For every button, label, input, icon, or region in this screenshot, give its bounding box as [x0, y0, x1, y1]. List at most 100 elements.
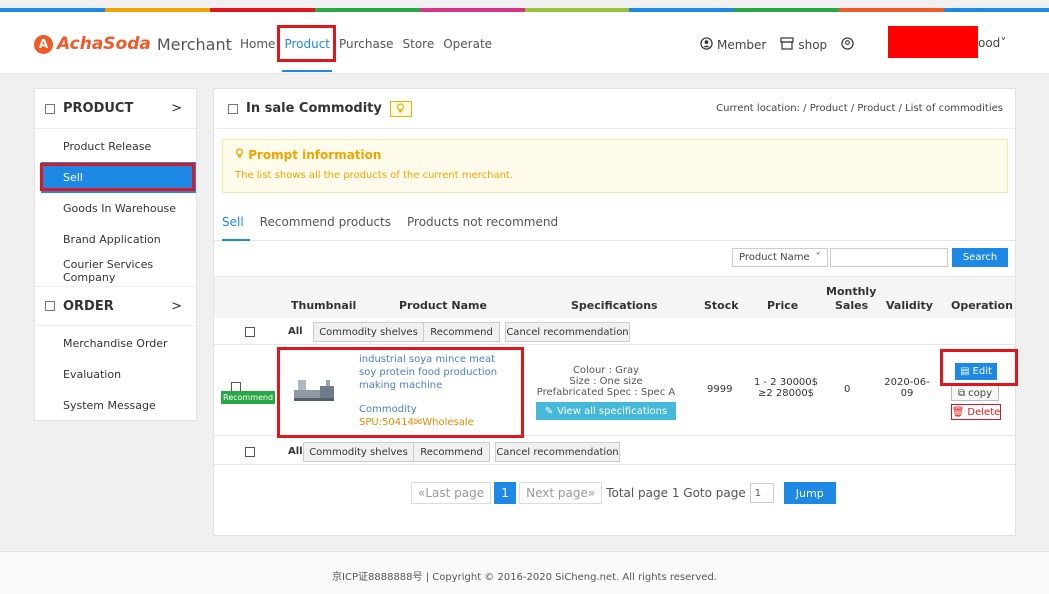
- sidebar-section-order[interactable]: ORDER >: [35, 286, 196, 326]
- breadcrumb: Current location: / Product / Product / …: [716, 103, 1003, 114]
- commodity-shelves-button[interactable]: Commodity shelves: [303, 442, 414, 462]
- price-tier-1: 1 - 2 30000$: [753, 377, 819, 388]
- commodity-shelves-button[interactable]: Commodity shelves: [313, 322, 424, 342]
- select-all-checkbox[interactable]: [245, 327, 255, 337]
- prompt-title-text: Prompt information: [248, 148, 382, 162]
- sidebar-item-product-release[interactable]: Product Release: [35, 131, 196, 162]
- col-product-name: Product Name: [399, 299, 487, 312]
- prompt-box: Prompt information The list shows all th…: [222, 139, 1008, 193]
- search-field-select-value: Product Name: [739, 252, 810, 263]
- breadcrumb-item[interactable]: Product: [857, 103, 895, 114]
- sidebar-item-evaluation[interactable]: Evaluation: [35, 359, 196, 390]
- chevron-down-icon: ˅: [815, 252, 821, 263]
- col-sales: Sales: [835, 299, 869, 312]
- prev-page-button[interactable]: «Last page: [411, 482, 492, 504]
- copy-button[interactable]: ⧉ copy: [951, 385, 999, 401]
- delete-button[interactable]: 🗑 Delete: [951, 404, 1001, 420]
- logo-merchant: Merchant: [156, 34, 232, 54]
- member-link[interactable]: Member: [717, 38, 766, 52]
- monthly-sales-value: 0: [844, 384, 851, 395]
- nav-store[interactable]: Store: [403, 37, 435, 51]
- member-icon: [700, 37, 713, 53]
- nav-purchase[interactable]: Purchase: [339, 37, 394, 51]
- cancel-recommendation-button[interactable]: Cancel recommendation: [495, 442, 620, 462]
- user-menu[interactable]: ood˅: [978, 36, 1006, 50]
- total-pages-text: Total page 1 Goto page: [606, 486, 746, 500]
- cancel-recommendation-button[interactable]: Cancel recommendation: [505, 322, 630, 342]
- breadcrumb-item[interactable]: Product: [810, 103, 848, 114]
- sidebar-item-courier-services[interactable]: Courier Services Company: [35, 255, 196, 286]
- tab-active-underline: [222, 239, 250, 241]
- tab-products-not-recommend[interactable]: Products not recommend: [407, 215, 558, 229]
- tab-recommend-products[interactable]: Recommend products: [260, 215, 391, 229]
- col-price: Price: [767, 299, 799, 312]
- search-input[interactable]: [830, 248, 948, 267]
- tab-sell[interactable]: Sell: [222, 215, 244, 229]
- sidebar-section-product[interactable]: PRODUCT >: [35, 89, 196, 129]
- logo-icon: A: [34, 34, 53, 54]
- search-button[interactable]: Search: [952, 248, 1008, 267]
- highlight-box-product: [277, 25, 336, 62]
- spec-size: Size : One size: [569, 376, 643, 387]
- nav-active-underline: [282, 70, 332, 72]
- prompt-text: The list shows all the products of the c…: [235, 170, 514, 181]
- select-all-checkbox[interactable]: [245, 447, 255, 457]
- view-all-specifications-button[interactable]: ✎ View all specifications: [536, 402, 676, 420]
- search-field-select[interactable]: Product Name ˅: [732, 248, 828, 267]
- select-all-label: All: [288, 446, 303, 457]
- jump-button[interactable]: Jump: [783, 482, 836, 504]
- validity-line-2: 09: [900, 388, 914, 399]
- table-row: Recommend industrial soya mince meat soy…: [214, 346, 1018, 438]
- header-right: Member shop: [700, 37, 858, 53]
- breadcrumb-item[interactable]: List of commodities: [905, 103, 1003, 114]
- panel-header: In sale Commodity Current location: / Pr…: [214, 89, 1015, 129]
- sidebar-item-goods-in-warehouse[interactable]: Goods In Warehouse: [35, 193, 196, 224]
- tab-divider: [214, 240, 1015, 241]
- sidebar-order-title: ORDER: [63, 298, 114, 314]
- prompt-title: Prompt information: [235, 148, 995, 162]
- chevron-right-icon: >: [171, 101, 182, 116]
- breadcrumb-label: Current location:: [716, 103, 800, 114]
- logo[interactable]: A AchaSoda Merchant: [34, 34, 232, 54]
- col-stock: Stock: [704, 299, 739, 312]
- next-page-button[interactable]: Next page»: [519, 482, 603, 504]
- filter-bar: Product Name ˅ Search: [732, 248, 1008, 267]
- recommend-button[interactable]: Recommend: [423, 322, 500, 342]
- view-all-specifications-label: View all specifications: [557, 405, 668, 417]
- lightbulb-icon[interactable]: [389, 100, 412, 117]
- page-number-current[interactable]: 1: [494, 482, 517, 504]
- sidebar: PRODUCT > Product Release Sell Goods In …: [34, 88, 197, 421]
- footer: 京ICP证8888888号 | Copyright © 2016-2020 Si…: [0, 551, 1049, 594]
- sidebar-item-system-message[interactable]: System Message: [35, 390, 196, 421]
- chevron-down-icon: ˅: [1000, 36, 1007, 50]
- nav-operate[interactable]: Operate: [443, 37, 492, 51]
- nav-home[interactable]: Home: [240, 37, 275, 51]
- stock-value: 9999: [707, 384, 733, 395]
- sidebar-product-title: PRODUCT: [63, 101, 134, 116]
- pencil-icon: ✎: [544, 405, 554, 417]
- trash-icon: 🗑: [951, 406, 965, 418]
- chevron-right-icon: >: [171, 298, 182, 314]
- highlight-box-sell: [40, 163, 195, 191]
- lightbulb-icon: [235, 148, 248, 162]
- product-section-icon: [45, 103, 55, 114]
- goto-page-input[interactable]: 1: [749, 483, 774, 503]
- price-tier-2: ≥2 28000$: [757, 388, 815, 399]
- page-title: In sale Commodity: [246, 101, 382, 116]
- select-all-label: All: [288, 326, 303, 337]
- recommend-button[interactable]: Recommend: [413, 442, 490, 462]
- user-icon: [841, 37, 854, 53]
- delete-label: Delete: [967, 406, 1001, 418]
- recommend-badge: Recommend: [221, 391, 276, 404]
- col-thumbnail: Thumbnail: [291, 299, 357, 312]
- sidebar-item-brand-application[interactable]: Brand Application: [35, 224, 196, 255]
- price-cell: 1 - 2 30000$ ≥2 28000$: [750, 377, 822, 399]
- spec-prefabricated: Prefabricated Spec : Spec A: [536, 387, 676, 398]
- spec-colour: Colour : Gray: [572, 365, 640, 376]
- shop-link[interactable]: shop: [798, 38, 827, 52]
- col-specifications: Specifications: [571, 299, 658, 312]
- sidebar-item-merchandise-order[interactable]: Merchandise Order: [35, 328, 196, 359]
- col-operation: Operation: [951, 299, 1013, 312]
- col-validity: Validity: [886, 299, 933, 312]
- pagination: «Last page 1 Next page» Total page 1 Got…: [411, 482, 836, 504]
